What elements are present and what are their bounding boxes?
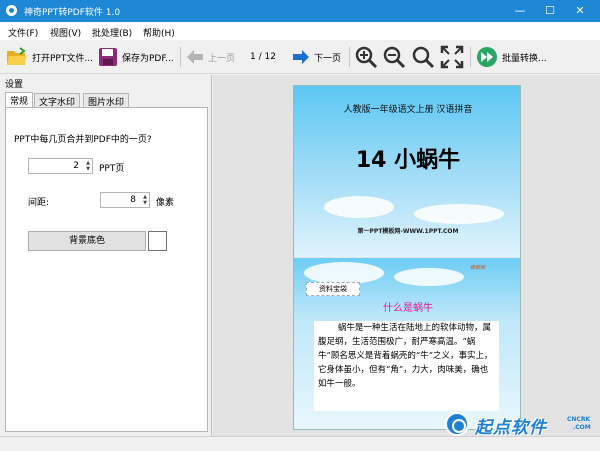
spacing-label: 间距: bbox=[28, 198, 50, 208]
spacing-stepper[interactable]: 8 ▲ ▼ bbox=[100, 192, 150, 208]
zoom-out-icon bbox=[383, 46, 406, 69]
watermark-subtext: CNCRK bbox=[567, 416, 591, 423]
arrow-left-icon bbox=[187, 50, 203, 64]
title-bar: 神奇PPT转PDF软件 1.0 — ☐ ✕ bbox=[0, 0, 600, 22]
background-color-swatch[interactable] bbox=[148, 231, 167, 251]
cloud-decoration bbox=[324, 196, 394, 218]
fast-forward-icon bbox=[477, 47, 497, 67]
spacing-unit-label: 像素 bbox=[156, 198, 175, 208]
pages-unit-label: PPT页 bbox=[99, 164, 125, 174]
toolbar-separator bbox=[180, 47, 181, 67]
magnifier-icon bbox=[412, 46, 435, 69]
tab-general-content: PPT中每几页合并到PDF中的一页? 2 ▲ ▼ PPT页 间距: 8 ▲ ▼ 像素… bbox=[5, 107, 208, 432]
close-button[interactable]: ✕ bbox=[565, 0, 595, 22]
batch-convert-button[interactable]: 批量转换... bbox=[476, 45, 547, 69]
save-pdf-button[interactable]: 保存为PDF... bbox=[98, 45, 174, 69]
folder-open-icon bbox=[7, 47, 27, 65]
cloud-decoration bbox=[394, 268, 464, 286]
tab-image-watermark[interactable]: 图片水印 bbox=[83, 93, 130, 108]
slide-title: 14 小蜗牛 bbox=[355, 148, 461, 173]
save-pdf-label: 保存为PDF... bbox=[122, 53, 174, 64]
minimize-button[interactable]: — bbox=[505, 0, 535, 22]
slide-1: 人教版一年级语文上册 汉语拼音 14 小蜗牛 第一PPT模板网-WWW.1PPT… bbox=[294, 86, 520, 257]
cloud-decoration bbox=[414, 204, 504, 224]
cloud-decoration bbox=[304, 262, 384, 284]
zoom-out-button[interactable] bbox=[382, 45, 410, 69]
menu-help[interactable]: 帮助(H) bbox=[143, 26, 175, 39]
slide-site-text: 第一PPT模板网-WWW.1PPT.COM bbox=[357, 228, 459, 235]
menu-file[interactable]: 文件(F) bbox=[8, 26, 38, 39]
prev-page-label: 上一页 bbox=[208, 53, 236, 64]
stepper-arrows-icon[interactable]: ▲ ▼ bbox=[143, 194, 147, 206]
arrow-right-icon bbox=[293, 50, 309, 64]
zoom-in-icon bbox=[355, 46, 378, 69]
save-disk-icon bbox=[99, 48, 117, 66]
prev-page-button[interactable]: 上一页 bbox=[186, 45, 235, 69]
toolbar: 打开PPT文件... 保存为PDF... 上一页 1 / 12 下一页 批量转换… bbox=[0, 40, 600, 74]
panel-title: 设置 bbox=[5, 80, 24, 90]
fit-page-button[interactable] bbox=[440, 45, 468, 69]
merge-question-label: PPT中每几页合并到PDF中的一页? bbox=[14, 135, 152, 145]
toolbar-separator bbox=[470, 47, 471, 67]
menu-bar: 文件(F) 视图(V) 批处理(B) 帮助(H) bbox=[0, 22, 600, 40]
background-color-button[interactable]: 背景底色 bbox=[28, 231, 146, 251]
open-ppt-button[interactable]: 打开PPT文件... bbox=[6, 45, 93, 69]
tab-text-watermark[interactable]: 文字水印 bbox=[34, 93, 81, 108]
page-indicator: 1 / 12 bbox=[250, 52, 276, 62]
actual-size-button[interactable] bbox=[411, 45, 439, 69]
status-bar bbox=[0, 436, 600, 451]
menu-view[interactable]: 视图(V) bbox=[50, 26, 81, 39]
watermark-text: 起点软件 bbox=[475, 418, 547, 438]
tab-general[interactable]: 常规 bbox=[5, 92, 34, 108]
fullscreen-icon bbox=[440, 45, 464, 69]
next-page-label: 下一页 bbox=[314, 53, 342, 64]
next-page-button[interactable]: 下一页 bbox=[292, 45, 341, 69]
watermark-subtext-2: .COM bbox=[573, 424, 591, 431]
zoom-in-button[interactable] bbox=[354, 45, 382, 69]
toolbar-separator bbox=[349, 47, 350, 67]
maximize-button[interactable]: ☐ bbox=[535, 0, 565, 22]
slide-tag: 模板网 bbox=[470, 265, 486, 271]
app-icon bbox=[6, 5, 17, 16]
slide-heading: 什么是蜗牛 bbox=[383, 303, 433, 314]
menu-batch[interactable]: 批处理(B) bbox=[92, 26, 132, 39]
settings-panel: 设置 常规 文字水印 图片水印 PPT中每几页合并到PDF中的一页? 2 ▲ ▼ … bbox=[0, 75, 212, 436]
pages-per-sheet-stepper[interactable]: 2 ▲ ▼ bbox=[28, 158, 93, 174]
slide-body-text: 蜗牛是一种生活在陆地上的软体动物，属腹足纲，生活范围极广，耐严寒高温。“蜗牛”顾… bbox=[314, 321, 499, 411]
batch-convert-label: 批量转换... bbox=[502, 53, 547, 64]
watermark-logo: 起点软件 CNCRK .COM bbox=[445, 412, 595, 438]
pdf-preview-area[interactable]: 人教版一年级语文上册 汉语拼音 14 小蜗牛 第一PPT模板网-WWW.1PPT… bbox=[213, 75, 600, 436]
slide-subtitle: 人教版一年级语文上册 汉语拼音 bbox=[343, 105, 473, 115]
pdf-page: 人教版一年级语文上册 汉语拼音 14 小蜗牛 第一PPT模板网-WWW.1PPT… bbox=[293, 85, 521, 430]
slide-info-box: 资料宝袋 bbox=[306, 282, 360, 296]
slide-2: 模板网 资料宝袋 什么是蜗牛 蜗牛是一种生活在陆地上的软体动物，属腹足纲，生活范… bbox=[294, 258, 520, 429]
watermark-ring-icon bbox=[445, 412, 469, 436]
spacing-value: 8 bbox=[130, 195, 136, 205]
stepper-arrows-icon[interactable]: ▲ ▼ bbox=[86, 160, 90, 172]
pages-per-sheet-value: 2 bbox=[73, 161, 79, 171]
open-ppt-label: 打开PPT文件... bbox=[32, 53, 93, 64]
window-title: 神奇PPT转PDF软件 1.0 bbox=[24, 8, 121, 18]
